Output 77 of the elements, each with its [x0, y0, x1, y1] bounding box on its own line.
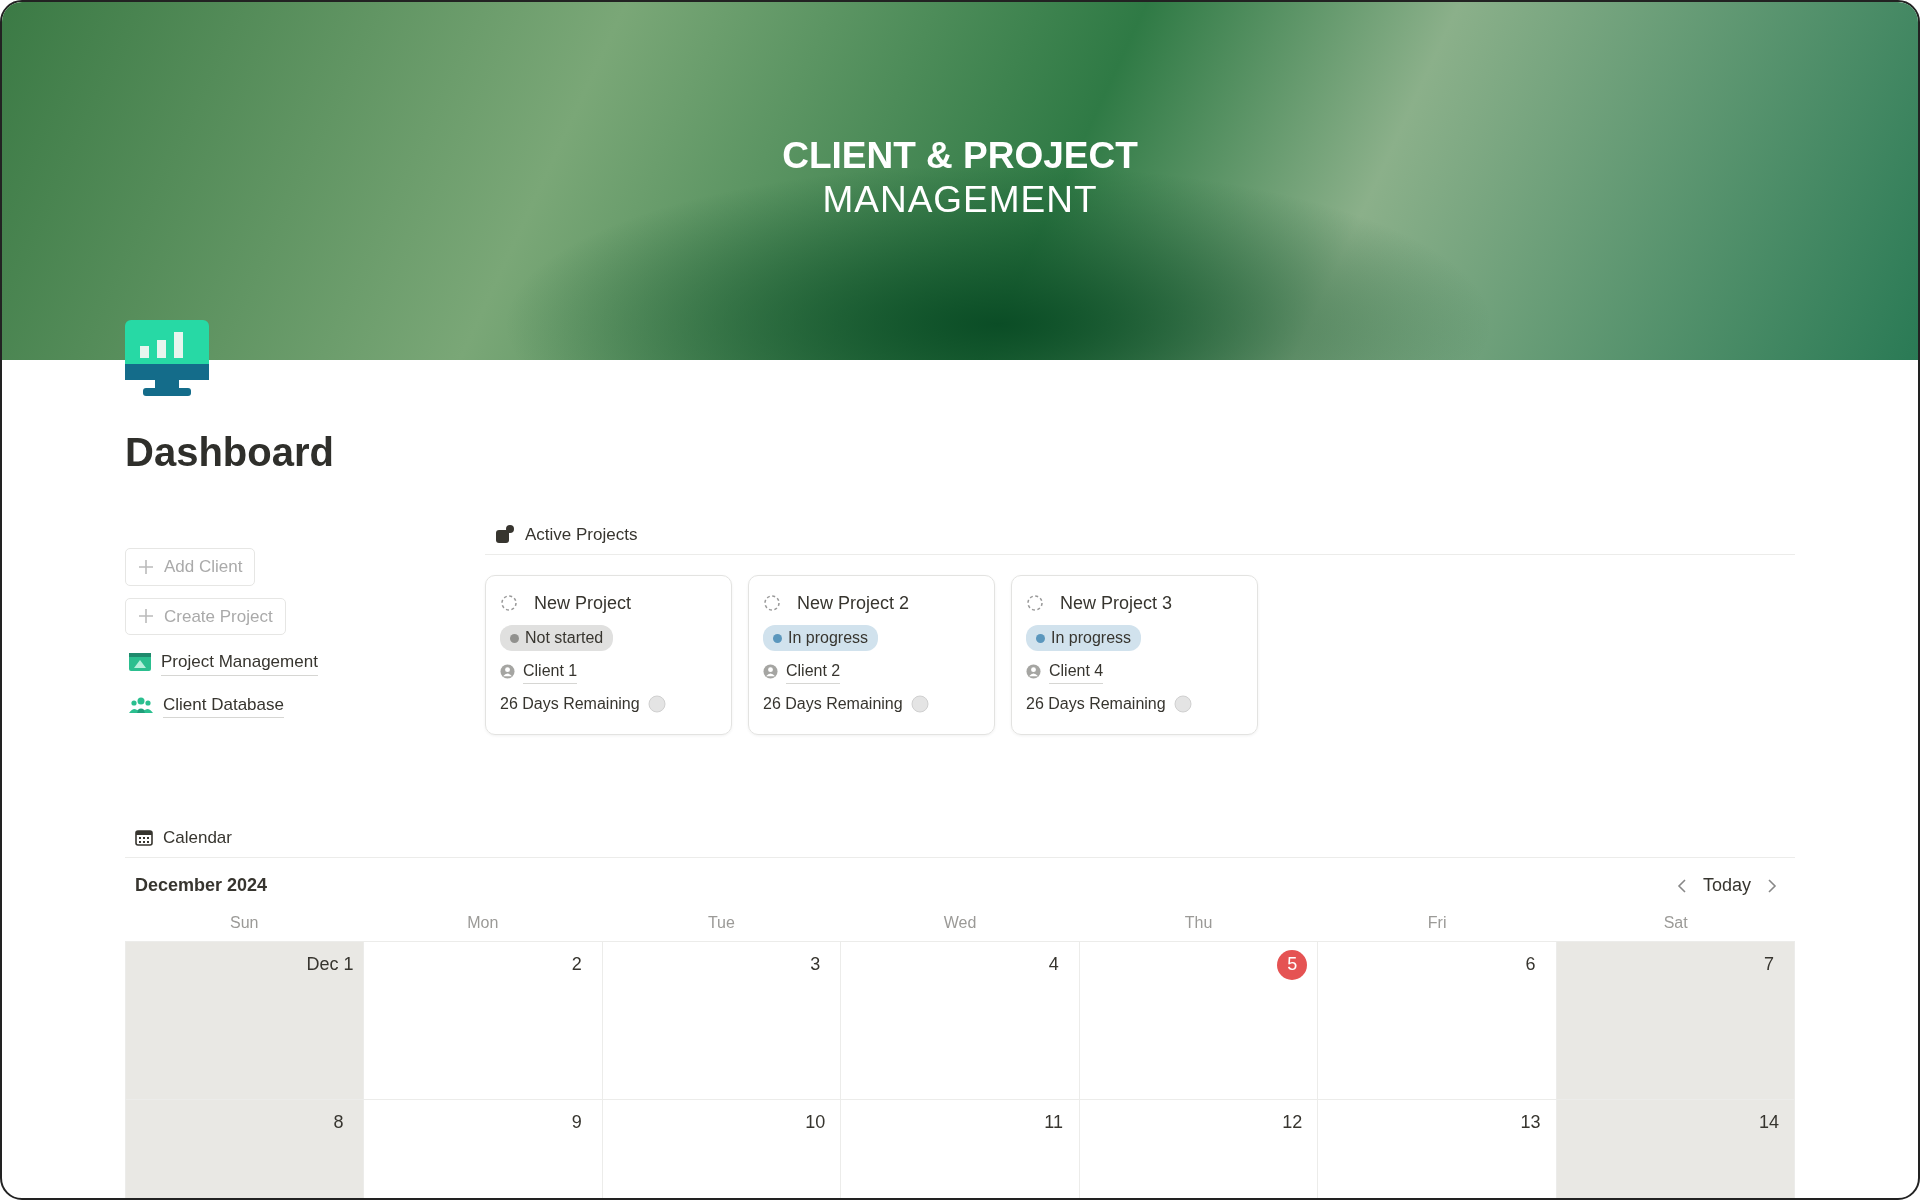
month-label: December 2024 [135, 873, 268, 897]
weekday-label: Thu [1183, 912, 1214, 933]
weekday-label: Sat [1662, 912, 1689, 933]
circle-icon [910, 695, 929, 713]
circle-icon [1173, 695, 1192, 713]
client-link[interactable]: Client 4 [1049, 659, 1104, 684]
section-title: Calendar [163, 827, 232, 849]
date-number: 2 [570, 953, 583, 976]
client-link[interactable]: Client 2 [786, 659, 841, 684]
dashed-circle-icon [500, 594, 518, 612]
weekday-label: Wed [942, 912, 978, 933]
status-label: Not started [525, 628, 604, 648]
day-cell[interactable]: 4 [841, 941, 1080, 1100]
section-title: Active Projects [525, 524, 638, 546]
chart-board-icon [129, 653, 151, 672]
day-cell[interactable]: Dec 1 [126, 941, 365, 1100]
today-button[interactable]: Today [1694, 871, 1759, 899]
weekday-label: Sun [229, 912, 260, 933]
days-remaining: 26 Days Remaining [500, 694, 640, 714]
client-link[interactable]: Client 1 [523, 659, 578, 684]
date-number: 7 [1763, 953, 1775, 976]
status-label: In progress [1051, 628, 1132, 648]
day-cell[interactable]: 5 [1079, 941, 1319, 1100]
date-number: 10 [804, 1111, 827, 1134]
day-cell[interactable]: 7 [1556, 941, 1795, 1100]
weekday-label: Fri [1426, 912, 1448, 933]
date-number: 8 [332, 1111, 345, 1134]
monitor-chart-icon [125, 320, 209, 398]
date-number: 3 [809, 953, 822, 976]
person-icon [500, 664, 515, 679]
project-title: New Project [534, 591, 632, 615]
calendar-icon [135, 828, 153, 847]
person-icon [763, 664, 778, 679]
dashed-circle-icon [1026, 594, 1044, 612]
date-number: 13 [1519, 1111, 1542, 1134]
plus-icon [138, 558, 154, 575]
banner-subtitle: MANAGEMENT [822, 178, 1098, 223]
days-remaining: 26 Days Remaining [1026, 694, 1166, 714]
project-title: New Project 2 [797, 591, 910, 615]
circle-icon [647, 695, 666, 713]
project-card[interactable]: New Project Not started Client 1 26 Days Remaining [485, 574, 732, 735]
status-label: In progress [788, 628, 869, 648]
day-cell[interactable]: 2 [364, 941, 603, 1100]
weekday-label: Tue [706, 912, 736, 933]
date-number: Dec 1 [306, 953, 354, 976]
date-number: 11 [1043, 1111, 1065, 1134]
date-number: 9 [570, 1111, 583, 1134]
banner-title: CLIENT & PROJECT [782, 134, 1138, 178]
day-cell[interactable]: 11 [841, 1099, 1080, 1198]
day-cell[interactable]: 12 [1079, 1099, 1319, 1198]
date-number: 6 [1524, 953, 1537, 976]
people-icon [129, 695, 153, 714]
date-number: 14 [1758, 1111, 1780, 1134]
day-cell[interactable]: 3 [602, 941, 842, 1100]
day-cell[interactable]: 6 [1318, 941, 1557, 1100]
person-icon [1026, 664, 1041, 679]
page-link[interactable]: Client Database [125, 689, 485, 720]
project-title: New Project 3 [1060, 591, 1173, 615]
days-remaining: 26 Days Remaining [763, 694, 903, 714]
plus-icon [138, 608, 154, 625]
day-cell[interactable]: 10 [602, 1099, 842, 1198]
day-cell[interactable]: 13 [1318, 1099, 1557, 1198]
date-number: 4 [1047, 953, 1060, 976]
page-title: Dashboard [125, 429, 335, 476]
project-card[interactable]: New Project 2 In progress Client 2 26 Days Remaining [748, 574, 995, 735]
day-cell[interactable]: 14 [1556, 1099, 1795, 1198]
day-cell[interactable]: 8 [126, 1099, 365, 1198]
shapes-icon [495, 524, 515, 545]
dashed-circle-icon [763, 594, 781, 612]
project-card[interactable]: New Project 3 In progress Client 4 26 Days Remaining [1011, 574, 1258, 735]
day-cell[interactable]: 9 [364, 1099, 603, 1198]
chevron-left-icon [1676, 877, 1687, 894]
date-number: 12 [1281, 1111, 1304, 1134]
today-date-badge: 5 [1277, 949, 1308, 980]
weekday-label: Mon [466, 912, 500, 933]
chevron-right-icon [1767, 877, 1777, 894]
page-link[interactable]: Project Management [125, 647, 485, 678]
